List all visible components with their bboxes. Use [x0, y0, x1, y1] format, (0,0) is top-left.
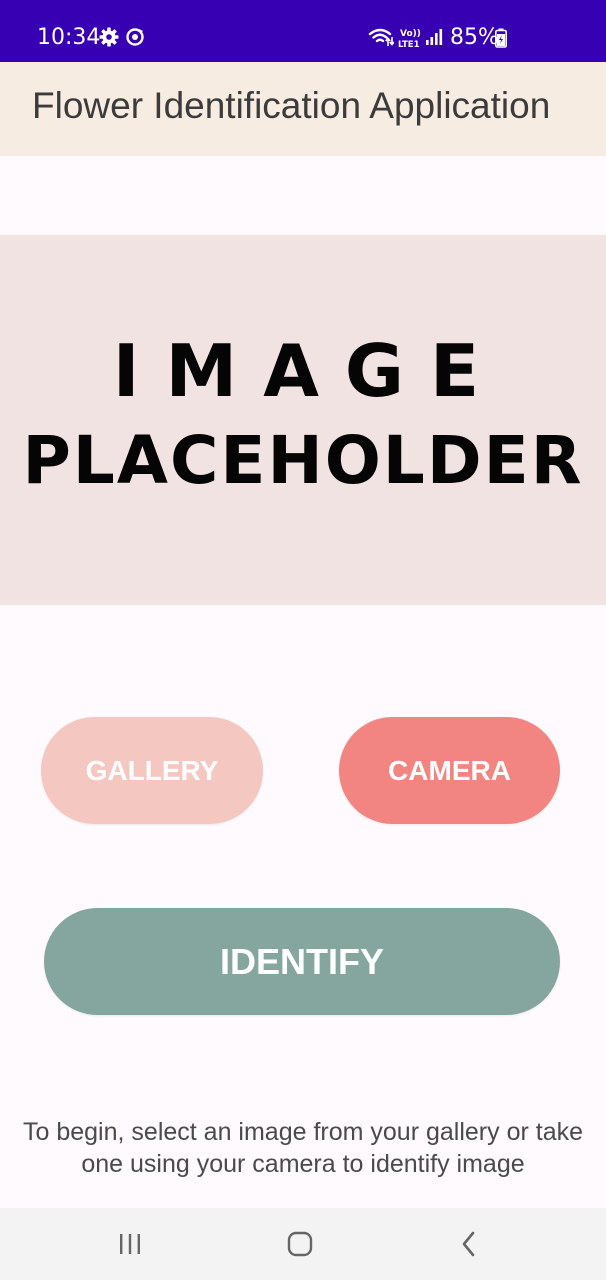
signal-icon: [425, 28, 443, 51]
battery-percentage: 85%: [450, 25, 499, 50]
back-icon[interactable]: [450, 1228, 490, 1260]
image-placeholder: IMAGE PLACEHOLDER: [0, 235, 606, 605]
volte-icon: Vo)) LTE1: [398, 27, 424, 54]
wifi-icon: [368, 27, 395, 52]
svg-text:Vo)): Vo)): [400, 29, 421, 39]
home-icon[interactable]: [280, 1228, 320, 1260]
app-title: Flower Identification Application: [32, 85, 551, 126]
identify-button[interactable]: IDENTIFY: [44, 908, 560, 1015]
app-bar: Flower Identification Application: [0, 62, 606, 156]
svg-text:LTE1: LTE1: [398, 40, 420, 49]
sync-icon: [125, 27, 145, 52]
placeholder-line-placeholder: PLACEHOLDER: [22, 422, 584, 499]
placeholder-line-image: IMAGE: [112, 329, 506, 413]
settings-gear-icon: [99, 27, 119, 52]
instructions-text: To begin, select an image from your gall…: [23, 1118, 583, 1178]
status-time: 10:34: [37, 25, 101, 50]
navigation-bar: [0, 1208, 606, 1280]
recent-apps-icon[interactable]: [110, 1228, 150, 1260]
status-bar: 10:34 Vo)) LTE1 85%: [0, 0, 606, 62]
camera-button[interactable]: CAMERA: [339, 717, 560, 824]
gallery-button[interactable]: GALLERY: [41, 717, 263, 824]
battery-charging-icon: [495, 28, 507, 53]
